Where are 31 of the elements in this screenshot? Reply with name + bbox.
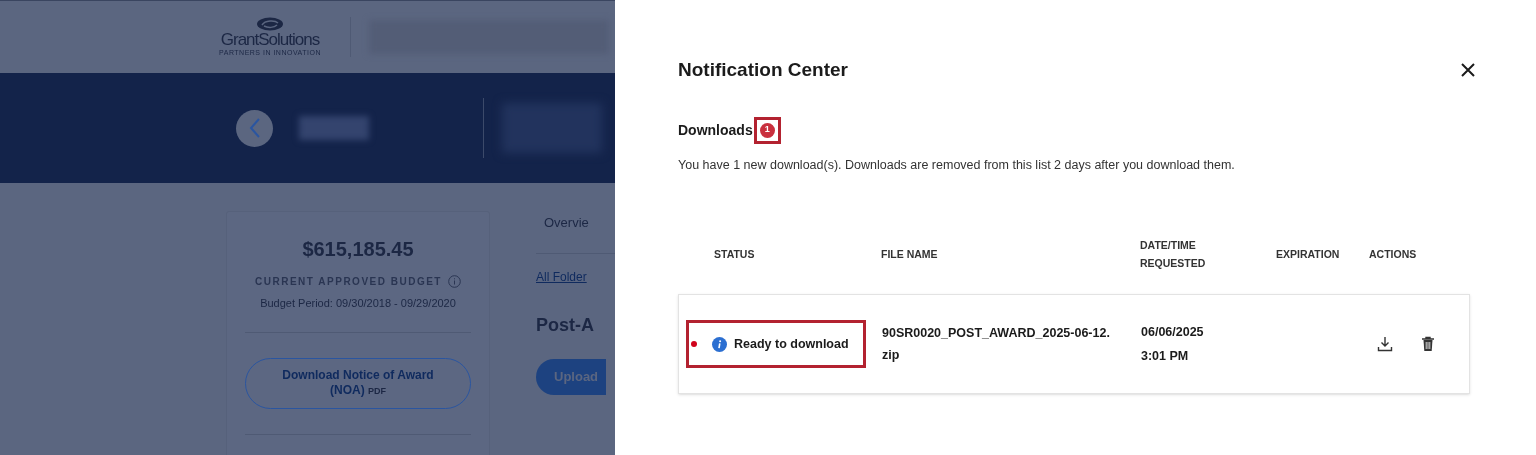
logo-swirl-icon	[256, 17, 284, 31]
post-award-heading: Post-A	[536, 313, 595, 337]
back-button[interactable]	[236, 109, 273, 147]
trash-icon	[1421, 336, 1435, 353]
section-title: Downloads	[678, 120, 753, 140]
count-badge: 1	[759, 122, 775, 138]
upload-button[interactable]: Upload	[536, 358, 606, 395]
column-header: ACTIONS	[1369, 247, 1418, 263]
file-name: 90SR0020_POST_AWARD_2025-06-12.zip	[882, 325, 1111, 365]
column-header: STATUS	[713, 247, 756, 263]
chevron-left-icon	[248, 118, 261, 138]
blurred-title	[299, 116, 369, 140]
all-folders-link[interactable]: All Folder	[536, 267, 615, 286]
date-time-text: 3:01 PM	[1141, 348, 1189, 366]
column-header: EXPIRATION	[1276, 247, 1341, 263]
panel-title: Notification Center	[678, 58, 848, 82]
download-button[interactable]	[1377, 336, 1393, 353]
budget-amount: $615,185.45	[302, 237, 414, 262]
column-header: DATE/TIME REQUESTED	[1140, 238, 1207, 272]
delete-button[interactable]	[1421, 336, 1435, 353]
info-icon	[447, 275, 461, 288]
logo-wordmark: GrantSolutions	[220, 31, 320, 49]
overview-tab[interactable]: Overvie	[544, 213, 615, 233]
budget-period: Budget Period: 09/30/2018 - 09/29/2020	[260, 296, 456, 311]
close-icon	[1461, 63, 1475, 78]
status-text: Ready to download	[734, 335, 849, 353]
download-icon	[1377, 336, 1393, 353]
date-time-text: 06/06/2025	[1141, 323, 1204, 341]
column-header: FILE NAME	[881, 247, 939, 263]
info-icon	[712, 336, 727, 352]
info-text: You have 1 new download(s). Downloads are removed from this list 2 days after you download them.	[678, 156, 1236, 174]
